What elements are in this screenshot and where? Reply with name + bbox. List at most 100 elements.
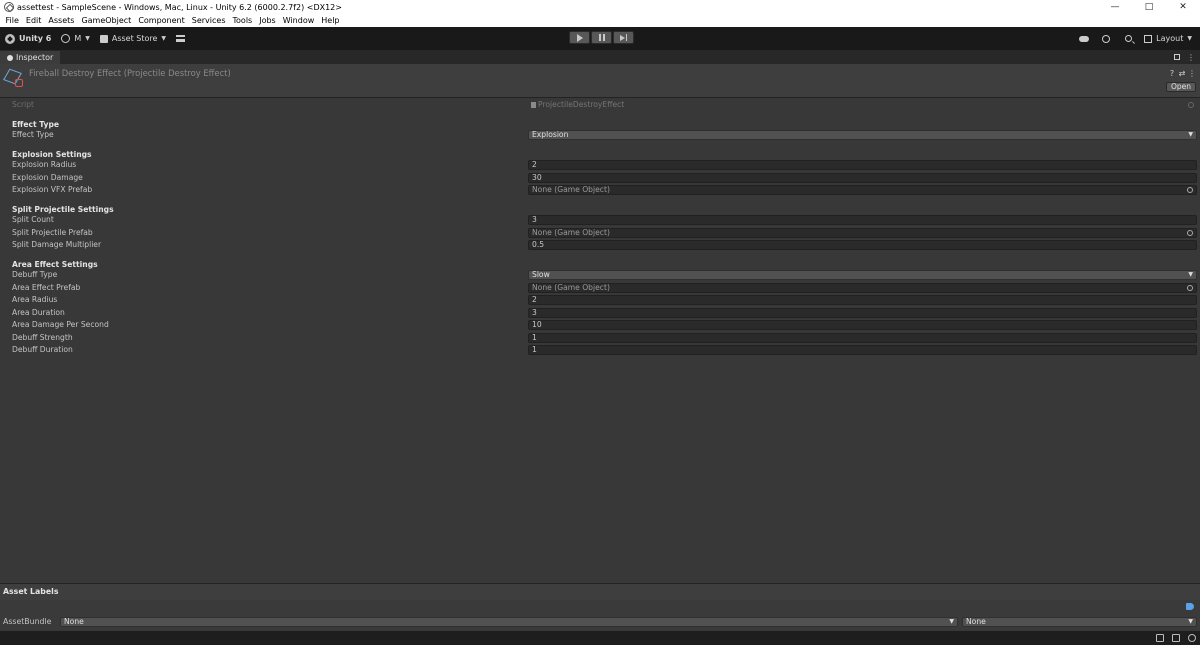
- unity-version-button[interactable]: Unity 6: [5, 33, 51, 44]
- asset-store-dropdown[interactable]: Asset Store ▼: [99, 34, 167, 43]
- split-prefab-field[interactable]: None (Game Object): [528, 228, 1197, 238]
- menu-file[interactable]: File: [2, 16, 22, 25]
- asset-bundle-variant-dropdown[interactable]: None ▼: [962, 617, 1197, 627]
- split-count-field[interactable]: 3: [528, 215, 1197, 225]
- debuff-strength-field[interactable]: 1: [528, 333, 1197, 343]
- menu-component[interactable]: Component: [135, 16, 188, 25]
- split-prefab-value: None (Game Object): [532, 228, 610, 237]
- window-title-bar: assettest - SampleScene - Windows, Mac, …: [0, 0, 1200, 14]
- effect-type-dropdown[interactable]: Explosion ▼: [528, 130, 1197, 140]
- split-prefab-label: Split Projectile Prefab: [12, 228, 93, 237]
- section-header-explosion: Explosion Settings: [12, 150, 92, 159]
- script-value: ProjectileDestroyEffect: [538, 100, 625, 109]
- layout-dropdown[interactable]: Layout ▼: [1144, 34, 1192, 43]
- debuff-type-label: Debuff Type: [12, 270, 58, 279]
- menu-services[interactable]: Services: [188, 16, 229, 25]
- open-button[interactable]: Open: [1165, 82, 1196, 92]
- menu-edit[interactable]: Edit: [22, 16, 45, 25]
- tab-more-icon[interactable]: ⋮: [1187, 53, 1195, 62]
- debuff-type-dropdown[interactable]: Slow ▼: [528, 270, 1197, 280]
- asset-labels-title: Asset Labels: [3, 587, 59, 596]
- preset-icon[interactable]: ⇄: [1178, 69, 1186, 78]
- lock-icon[interactable]: [1174, 54, 1180, 60]
- playmode-controls: [569, 31, 635, 46]
- area-prefab-value: None (Game Object): [532, 283, 610, 292]
- split-multiplier-label: Split Damage Multiplier: [12, 240, 102, 249]
- object-title: Fireball Destroy Effect (Projectile Dest…: [29, 68, 231, 78]
- debuff-type-value: Slow: [532, 270, 550, 279]
- area-radius-field[interactable]: 2: [528, 295, 1197, 305]
- debuff-duration-label: Debuff Duration: [12, 345, 73, 354]
- menu-assets[interactable]: Assets: [45, 16, 78, 25]
- menu-bar: File Edit Assets GameObject Component Se…: [0, 14, 1200, 27]
- object-picker-icon[interactable]: [1187, 285, 1193, 291]
- area-duration-field[interactable]: 3: [528, 308, 1197, 318]
- explosion-damage-field[interactable]: 30: [528, 173, 1197, 183]
- area-prefab-label: Area Effect Prefab: [12, 283, 81, 292]
- step-button[interactable]: [613, 31, 634, 44]
- cloud-icon: [1079, 35, 1090, 42]
- menu-tools[interactable]: Tools: [229, 16, 256, 25]
- area-radius-label: Area Radius: [12, 295, 58, 304]
- minimize-button[interactable]: —: [1098, 0, 1132, 14]
- history-icon: [1102, 34, 1111, 43]
- inspector-tab-bar: Inspector ⋮: [0, 50, 1200, 64]
- shopping-bag-icon: [99, 34, 108, 43]
- search-button[interactable]: [1122, 33, 1134, 45]
- stack-menu-icon: [176, 35, 186, 42]
- help-icon[interactable]: ?: [1168, 69, 1176, 78]
- cache-server-icon[interactable]: [1172, 634, 1180, 642]
- play-icon: [576, 33, 583, 42]
- info-icon: [7, 54, 13, 61]
- asset-bundle-variant-value: None: [966, 617, 986, 626]
- asset-labels-header[interactable]: Asset Labels: [0, 584, 1200, 600]
- account-dropdown[interactable]: M ▼: [61, 34, 90, 43]
- tab-inspector[interactable]: Inspector: [0, 51, 60, 64]
- status-bar: [0, 631, 1200, 645]
- window-controls: — □ ✕: [1098, 0, 1200, 14]
- explosion-radius-field[interactable]: 2: [528, 160, 1197, 170]
- layout-icon: [1144, 34, 1153, 43]
- close-button[interactable]: ✕: [1166, 0, 1200, 14]
- asset-store-label: Asset Store: [111, 34, 158, 43]
- toolbar-menu-button[interactable]: [176, 35, 186, 42]
- chevron-down-icon: ▼: [161, 35, 167, 42]
- effect-type-value: Explosion: [532, 130, 569, 139]
- chevron-down-icon: ▼: [949, 618, 954, 625]
- split-multiplier-field[interactable]: 0.5: [528, 240, 1197, 250]
- explosion-damage-label: Explosion Damage: [12, 173, 83, 182]
- area-prefab-field[interactable]: None (Game Object): [528, 283, 1197, 293]
- inspector-header: Fireball Destroy Effect (Projectile Dest…: [0, 64, 1200, 98]
- more-options-icon[interactable]: ⋮: [1188, 69, 1196, 78]
- pause-button[interactable]: [591, 31, 612, 44]
- tab-inspector-label: Inspector: [16, 53, 54, 62]
- split-count-label: Split Count: [12, 215, 54, 224]
- maximize-button[interactable]: □: [1132, 0, 1166, 14]
- chevron-down-icon: ▼: [1188, 271, 1193, 278]
- pause-icon: [598, 34, 605, 41]
- menu-gameobject[interactable]: GameObject: [78, 16, 135, 25]
- background-tasks-icon[interactable]: [1188, 634, 1196, 642]
- undo-history-button[interactable]: [1100, 33, 1112, 45]
- play-button[interactable]: [569, 31, 590, 44]
- object-picker-icon[interactable]: [1187, 187, 1193, 193]
- object-picker-icon: [1188, 102, 1194, 108]
- cloud-button[interactable]: [1078, 33, 1090, 45]
- explosion-vfx-field[interactable]: None (Game Object): [528, 185, 1197, 195]
- menu-window[interactable]: Window: [279, 16, 318, 25]
- object-picker-icon[interactable]: [1187, 230, 1193, 236]
- unity-app-icon: [4, 2, 14, 12]
- debuff-duration-field[interactable]: 1: [528, 345, 1197, 355]
- debug-mode-icon[interactable]: [1156, 634, 1164, 642]
- script-file-icon: [531, 102, 536, 108]
- explosion-vfx-label: Explosion VFX Prefab: [12, 185, 93, 194]
- chevron-down-icon: ▼: [1188, 131, 1193, 138]
- script-field: ProjectileDestroyEffect: [528, 100, 1197, 110]
- asset-bundle-dropdown[interactable]: None ▼: [60, 617, 958, 627]
- label-tag-icon[interactable]: [1186, 603, 1194, 610]
- layout-label: Layout: [1156, 34, 1184, 43]
- menu-help[interactable]: Help: [318, 16, 343, 25]
- menu-jobs[interactable]: Jobs: [256, 16, 280, 25]
- area-dps-field[interactable]: 10: [528, 320, 1197, 330]
- window-title: assettest - SampleScene - Windows, Mac, …: [17, 2, 342, 12]
